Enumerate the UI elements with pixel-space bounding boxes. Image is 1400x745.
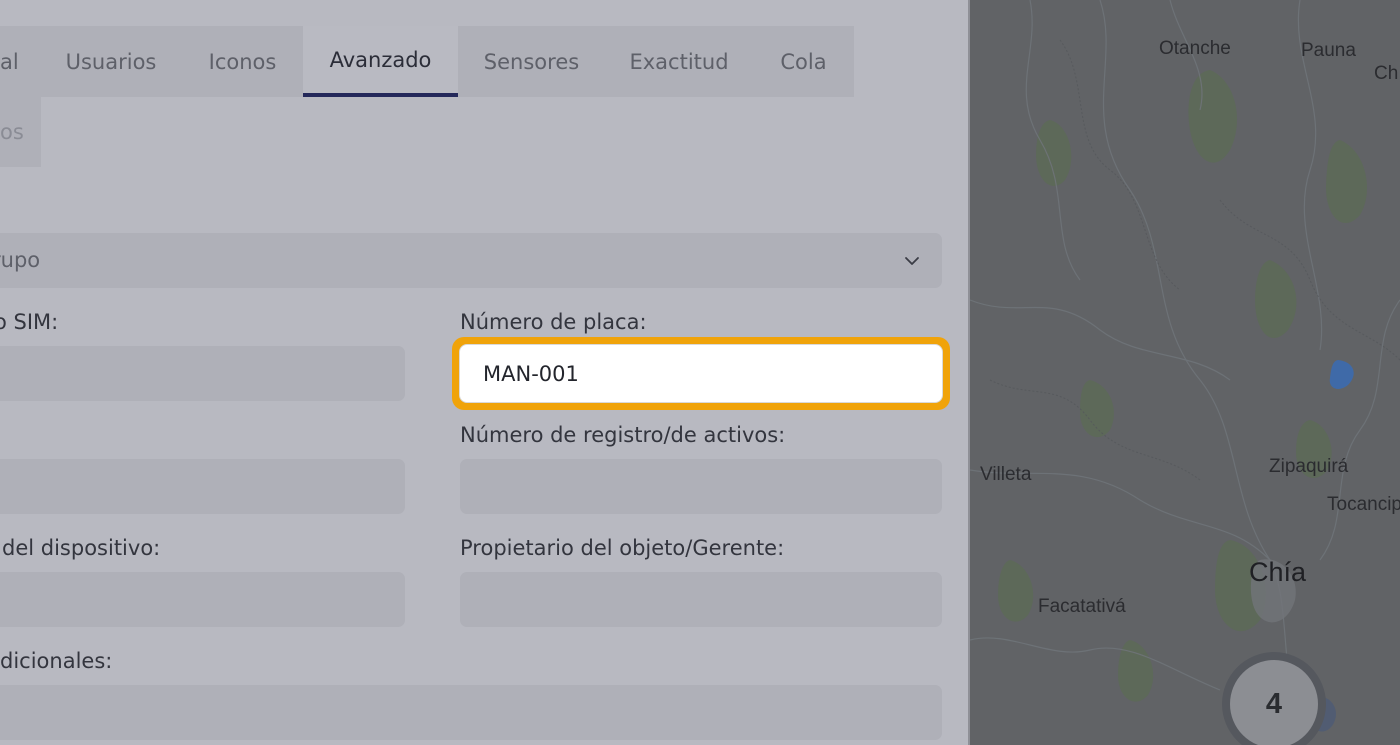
device-input[interactable] [0, 572, 405, 627]
tab-general[interactable]: al [0, 26, 40, 97]
map-label-pauna: Pauna [1301, 40, 1356, 61]
tab-second-row[interactable]: os [0, 96, 41, 167]
plate-number-label: Número de placa: [460, 310, 647, 334]
chevron-down-icon[interactable] [902, 251, 922, 271]
map-view[interactable]: Otanche Pauna Ch Villeta Zipaquirá Tocan… [970, 0, 1400, 745]
plate-number-input[interactable] [459, 344, 943, 403]
map-label-ch: Ch [1374, 63, 1399, 84]
registry-number-input[interactable] [460, 459, 942, 514]
map-label-zipaquira: Zipaquirá [1269, 456, 1349, 477]
settings-tabbar: al Usuarios Iconos Avanzado Sensores Exa… [0, 26, 968, 167]
registry-number-label: Número de registro/de activos: [460, 423, 786, 447]
map-label-otanche: Otanche [1159, 38, 1231, 59]
tab-sensores[interactable]: Sensores [458, 26, 605, 97]
left-field-2-input[interactable] [0, 459, 405, 514]
map-label-facatativa: Facatativá [1038, 596, 1126, 617]
group-select-value: rupo [0, 248, 41, 272]
map-cluster-marker[interactable]: 4 [1230, 660, 1318, 745]
tab-iconos[interactable]: Iconos [182, 26, 303, 97]
map-label-tocancipa: Tocancip [1327, 494, 1400, 515]
sim-number-label: o SIM: [0, 310, 59, 334]
map-label-chia: Chía [1249, 557, 1307, 587]
tab-usuarios[interactable]: Usuarios [40, 26, 182, 97]
owner-input[interactable] [460, 572, 942, 627]
tab-exactitud[interactable]: Exactitud [605, 26, 753, 97]
cluster-count: 4 [1265, 687, 1283, 720]
device-label: del dispositivo: [2, 536, 161, 560]
additional-label: dicionales: [0, 649, 113, 673]
object-settings-panel: al Usuarios Iconos Avanzado Sensores Exa… [0, 0, 968, 745]
owner-label: Propietario del objeto/Gerente: [460, 536, 785, 560]
sim-number-input[interactable] [0, 346, 405, 401]
tab-avanzado[interactable]: Avanzado [303, 26, 458, 97]
group-select[interactable] [0, 233, 942, 288]
map-label-villeta: Villeta [980, 464, 1032, 485]
map-terrain [970, 0, 1400, 745]
additional-input[interactable] [0, 685, 942, 740]
tab-cola[interactable]: Cola [753, 26, 854, 97]
